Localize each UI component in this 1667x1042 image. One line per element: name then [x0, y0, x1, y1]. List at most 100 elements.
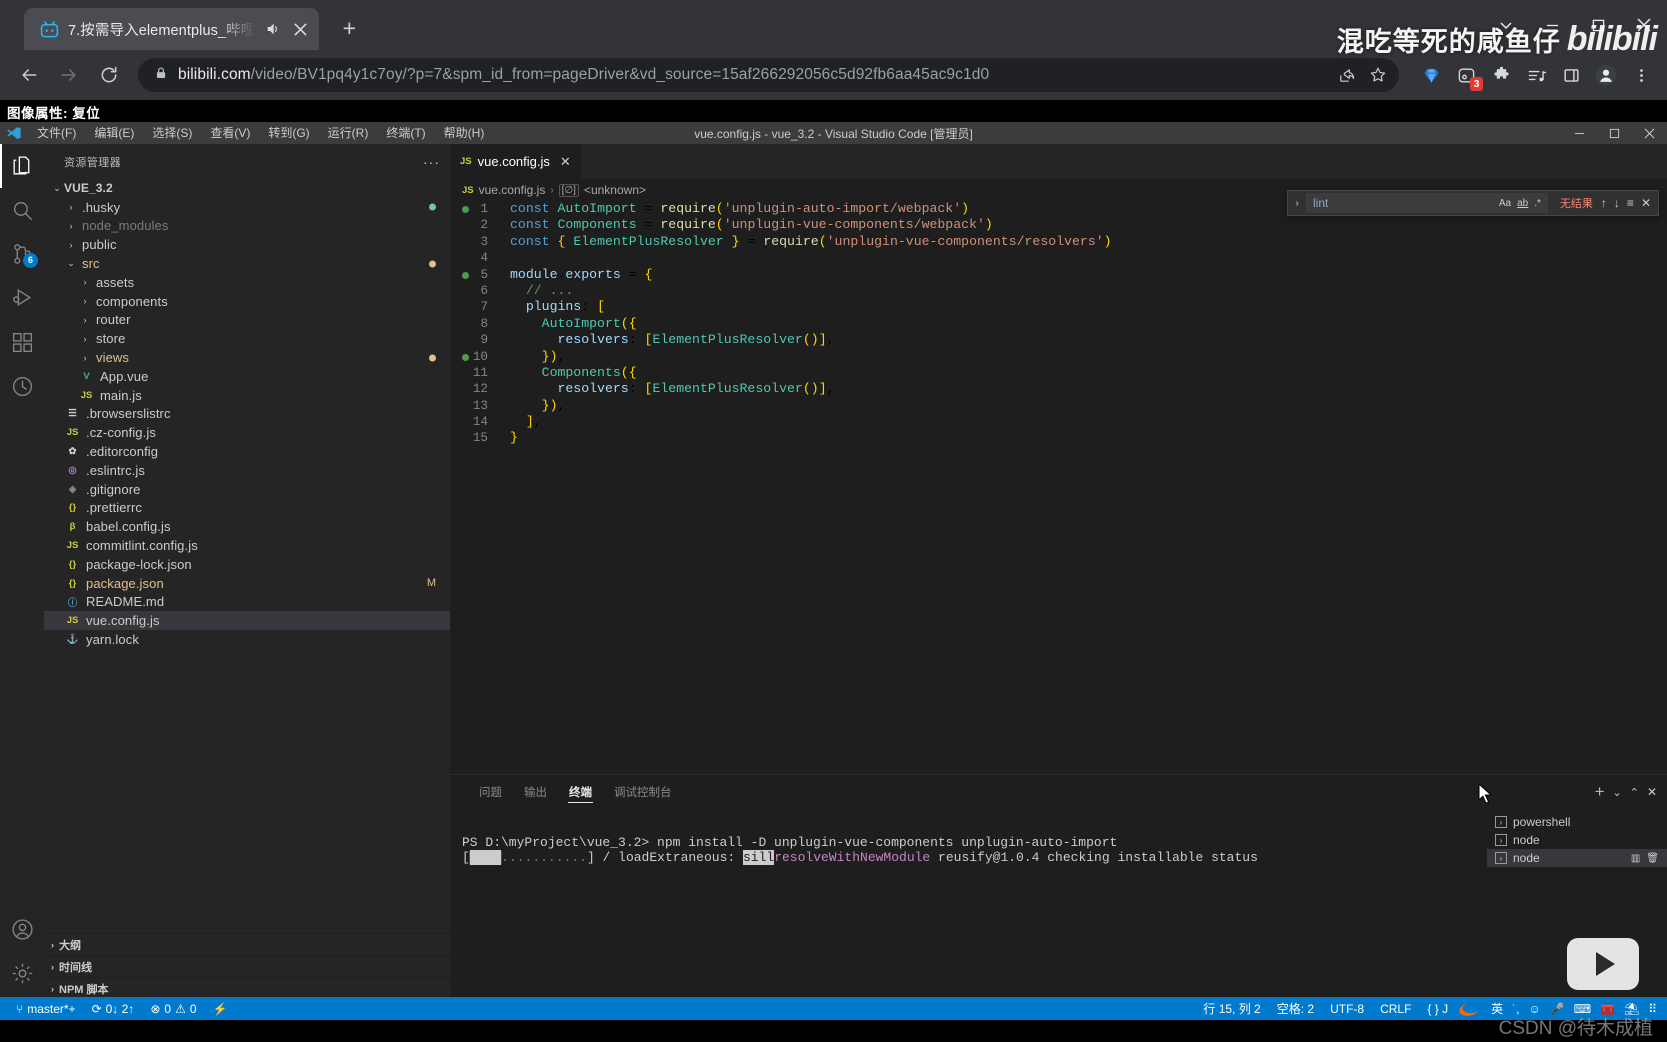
editor-tab-close-icon[interactable]: ✕ — [560, 154, 571, 170]
vscode-maximize-button[interactable] — [1597, 122, 1632, 144]
tab-close-icon[interactable] — [291, 20, 309, 38]
tree-item-readme-md[interactable]: ⓘ README.md — [44, 593, 450, 612]
vscode-minimize-button[interactable] — [1562, 122, 1597, 144]
chrome-menu-icon[interactable] — [1625, 59, 1657, 91]
status-encoding[interactable]: UTF-8 — [1322, 997, 1372, 1020]
terminal-split-dropdown-icon[interactable]: ⌄ — [1613, 786, 1622, 799]
sogou-icon[interactable] — [1456, 998, 1482, 1020]
menu-edit[interactable]: 编辑(E) — [85, 122, 143, 144]
menu-terminal[interactable]: 终端(T) — [377, 122, 434, 144]
terminal-item-node-1[interactable]: › node — [1487, 831, 1667, 849]
menu-help[interactable]: 帮助(H) — [435, 122, 494, 144]
find-previous-icon[interactable]: ↑ — [1601, 196, 1607, 210]
address-bar[interactable]: bilibili.com/video/BV1pq4y1c7oy/?p=7&spm… — [138, 58, 1399, 92]
activitybar-accounts-icon[interactable] — [0, 907, 44, 951]
browser-maximize-button[interactable] — [1575, 3, 1621, 47]
status-sync[interactable]: ⟳ 0↓ 2↑ — [84, 997, 143, 1020]
status-branch[interactable]: ⑂ master*+ — [8, 997, 84, 1020]
find-expand-chevron-icon[interactable]: › — [1288, 198, 1306, 209]
tab-output[interactable]: 输出 — [513, 775, 558, 809]
tree-item-views[interactable]: › views — [44, 348, 450, 367]
reload-button[interactable] — [90, 56, 128, 94]
editor-tab-vue-config[interactable]: JS vue.config.js ✕ — [450, 144, 581, 179]
terminal-output[interactable]: PS D:\myProject\vue_3.2> npm install -D … — [450, 809, 1487, 999]
find-in-selection-icon[interactable]: ≡ — [1627, 196, 1634, 210]
tree-item-cz-config-js[interactable]: JS .cz-config.js — [44, 423, 450, 442]
find-widget[interactable]: › lint Aa ab .* 无结果 ↑ ↓ ≡ ✕ — [1287, 190, 1659, 216]
tab-problems[interactable]: 问题 — [468, 775, 513, 809]
tree-item-commitlint-config-js[interactable]: JS commitlint.config.js — [44, 536, 450, 555]
tab-audio-icon[interactable] — [264, 20, 282, 38]
terminal-item-powershell[interactable]: › powershell — [1487, 813, 1667, 831]
tree-item-gitignore[interactable]: ◈ .gitignore — [44, 480, 450, 499]
diamond-extension-icon[interactable] — [1415, 59, 1447, 91]
tab-terminal[interactable]: 终端 — [558, 775, 603, 809]
media-playlist-icon[interactable] — [1520, 59, 1552, 91]
tree-item-husky[interactable]: › .husky — [44, 198, 450, 217]
menu-run[interactable]: 运行(R) — [319, 122, 378, 144]
terminal-item-node-2[interactable]: › node ▥ 🗑 — [1487, 849, 1667, 867]
tree-item-package-json[interactable]: {} package.json M — [44, 574, 450, 593]
menu-selection[interactable]: 选择(S) — [143, 122, 201, 144]
status-problems[interactable]: ⊗ 0 ⚠ 0 — [142, 997, 204, 1020]
tree-item-app-vue[interactable]: V App.vue — [44, 367, 450, 386]
puzzle-extensions-icon[interactable] — [1485, 59, 1517, 91]
tree-item-assets[interactable]: › assets — [44, 273, 450, 292]
panel-maximize-icon[interactable]: ⌃ — [1630, 786, 1639, 799]
find-next-icon[interactable]: ↓ — [1614, 196, 1620, 210]
vscode-close-button[interactable] — [1632, 122, 1667, 144]
menu-go[interactable]: 转到(G) — [259, 122, 318, 144]
tree-item-main-js[interactable]: JS main.js — [44, 386, 450, 405]
browser-tab[interactable]: 7.按需导入elementplus_哔哩 — [24, 8, 320, 50]
tree-item-package-lock-json[interactable]: {} package-lock.json — [44, 555, 450, 574]
bookmark-star-icon[interactable] — [1363, 60, 1393, 90]
find-input[interactable]: lint Aa ab .* — [1306, 193, 1548, 213]
activitybar-extensions-icon[interactable] — [0, 320, 44, 364]
sidebar-section-大纲[interactable]: › 大纲 — [44, 933, 450, 955]
tree-item-babel-config-js[interactable]: β babel.config.js — [44, 517, 450, 536]
tree-item-vue-config-js[interactable]: JS vue.config.js — [44, 611, 450, 631]
tab-debug-console[interactable]: 调试控制台 — [603, 775, 683, 809]
tree-item-router[interactable]: › router — [44, 311, 450, 330]
new-terminal-icon[interactable]: + — [1595, 782, 1605, 802]
back-button[interactable] — [10, 56, 48, 94]
browser-more-icon[interactable] — [1483, 3, 1529, 47]
forward-button[interactable] — [50, 56, 88, 94]
match-case-icon[interactable]: Aa — [1499, 198, 1511, 209]
tree-item-public[interactable]: › public — [44, 235, 450, 254]
new-tab-button[interactable]: + — [331, 10, 367, 46]
status-ports[interactable]: ⚡ — [205, 997, 236, 1020]
whole-word-icon[interactable]: ab — [1517, 198, 1528, 209]
tree-item-prettierrc[interactable]: {} .prettierrc — [44, 499, 450, 518]
status-indentation[interactable]: 空格: 2 — [1269, 997, 1322, 1020]
regex-icon[interactable]: .* — [1534, 198, 1541, 209]
menu-view[interactable]: 查看(V) — [201, 122, 259, 144]
tree-root-row[interactable]: ⌄ VUE_3.2 — [44, 179, 450, 198]
tree-item-eslintrc-js[interactable]: ◎ .eslintrc.js — [44, 461, 450, 480]
video-play-button[interactable] — [1567, 938, 1639, 990]
side-panel-icon[interactable] — [1555, 59, 1587, 91]
code-editor[interactable]: 1 const AutoImport = require('unplugin-au… — [450, 201, 1667, 774]
browser-minimize-button[interactable] — [1529, 3, 1575, 47]
sidebar-section-时间线[interactable]: › 时间线 — [44, 955, 450, 977]
tree-item-components[interactable]: › components — [44, 292, 450, 311]
status-cursor-position[interactable]: 行 15, 列 2 — [1195, 997, 1268, 1020]
activitybar-source-control-icon[interactable]: 6 — [0, 232, 44, 276]
panel-close-icon[interactable]: ✕ — [1647, 785, 1657, 799]
tab-group-extension-icon[interactable]: 3 — [1450, 59, 1483, 91]
breadcrumb-file[interactable]: vue.config.js — [479, 183, 546, 197]
menu-file[interactable]: 文件(F) — [28, 122, 85, 144]
tree-item-editorconfig[interactable]: ✿ .editorconfig — [44, 442, 450, 461]
kill-terminal-icon[interactable]: 🗑 — [1646, 853, 1659, 864]
split-terminal-icon[interactable]: ▥ — [1631, 853, 1640, 864]
breadcrumb-symbol[interactable]: <unknown> — [584, 183, 646, 197]
find-close-icon[interactable]: ✕ — [1641, 196, 1651, 210]
tree-item-yarn-lock[interactable]: ⚓ yarn.lock — [44, 630, 450, 649]
browser-close-button[interactable] — [1621, 3, 1667, 47]
tree-item-src[interactable]: ⌄ src — [44, 254, 450, 273]
tree-item-node-modules[interactable]: › node_modules — [44, 217, 450, 236]
sidebar-section-NPM 脚本[interactable]: › NPM 脚本 — [44, 977, 450, 999]
activitybar-explorer-icon[interactable] — [0, 144, 44, 188]
tree-item-store[interactable]: › store — [44, 329, 450, 348]
activitybar-settings-gear-icon[interactable] — [0, 951, 44, 995]
